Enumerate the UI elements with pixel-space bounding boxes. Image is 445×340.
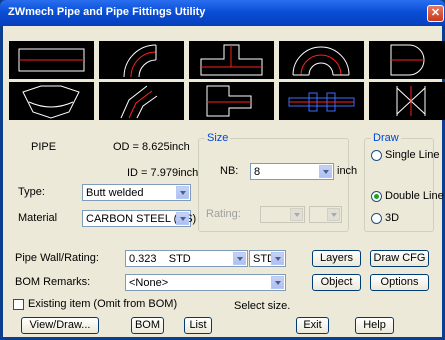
view-draw-button[interactable]: View/Draw... bbox=[21, 317, 99, 334]
cap-thumbnail[interactable] bbox=[369, 41, 445, 79]
bom-remarks-label: BOM Remarks: bbox=[15, 276, 91, 288]
type-select[interactable]: Butt welded bbox=[82, 184, 191, 201]
chevron-down-icon[interactable] bbox=[319, 165, 332, 178]
list-button[interactable]: List bbox=[184, 317, 212, 334]
chevron-down-icon[interactable] bbox=[176, 212, 189, 225]
bom-remarks-select[interactable]: <None> bbox=[125, 274, 286, 291]
chevron-down-icon[interactable] bbox=[233, 252, 246, 265]
dialog-window: ZWmech Pipe and Pipe Fittings Utility ✕ bbox=[0, 0, 445, 340]
3d-label: 3D bbox=[385, 212, 400, 224]
bom-remarks-value: <None> bbox=[129, 277, 169, 289]
material-select[interactable]: CARBON STEEL (CS) bbox=[82, 210, 196, 227]
exit-button[interactable]: Exit bbox=[296, 317, 329, 334]
pipe-wall-select[interactable]: 0.323 STD bbox=[125, 250, 248, 267]
object-button[interactable]: Object bbox=[312, 274, 361, 291]
bom-button[interactable]: BOM bbox=[131, 317, 164, 334]
chevron-down-icon bbox=[290, 208, 303, 221]
valve-thumbnail[interactable] bbox=[369, 82, 445, 120]
title-bar[interactable]: ZWmech Pipe and Pipe Fittings Utility ✕ bbox=[0, 0, 445, 26]
help-button[interactable]: Help bbox=[355, 317, 394, 334]
chevron-down-icon[interactable] bbox=[271, 276, 284, 289]
schedule-select[interactable]: STD bbox=[249, 250, 286, 267]
existing-item-checkbox[interactable] bbox=[13, 299, 24, 310]
nb-unit: inch bbox=[337, 165, 358, 177]
status-text: Select size. bbox=[234, 300, 291, 312]
nb-label: NB: bbox=[220, 165, 239, 177]
chevron-down-icon[interactable] bbox=[176, 186, 189, 199]
chevron-down-icon bbox=[327, 208, 340, 221]
draw-group: Draw Single Line Double Line 3D bbox=[364, 132, 444, 232]
pipe-wall-value: 0.323 STD bbox=[129, 253, 191, 265]
existing-item-label: Existing item (Omit from BOM) bbox=[28, 298, 178, 310]
nb-select[interactable]: 8 bbox=[250, 163, 334, 180]
type-value: Butt welded bbox=[86, 187, 144, 199]
reducer-thumbnail[interactable] bbox=[9, 82, 94, 120]
inner-diameter: ID = 7.979inch bbox=[127, 167, 199, 179]
close-icon[interactable]: ✕ bbox=[427, 5, 444, 22]
single-line-label: Single Line bbox=[385, 149, 440, 161]
nb-value: 8 bbox=[254, 166, 261, 178]
layers-button[interactable]: Layers bbox=[312, 250, 361, 267]
window-title: ZWmech Pipe and Pipe Fittings Utility bbox=[8, 6, 206, 18]
double-line-radio[interactable] bbox=[371, 191, 382, 202]
size-group: Size NB: 8 inch Rating: bbox=[198, 132, 357, 232]
draw-caption: Draw bbox=[371, 132, 401, 144]
single-line-radio[interactable] bbox=[371, 150, 382, 161]
3d-radio[interactable] bbox=[371, 213, 382, 224]
flange-thumbnail[interactable] bbox=[279, 82, 364, 120]
elbow-180-thumbnail[interactable] bbox=[279, 41, 364, 79]
tee-thumbnail[interactable] bbox=[189, 41, 274, 79]
rating-label: Rating: bbox=[206, 208, 241, 220]
rating-class-select[interactable] bbox=[309, 206, 342, 223]
double-line-label: Double Line bbox=[385, 190, 444, 202]
chevron-down-icon[interactable] bbox=[271, 252, 284, 265]
elbow-45-thumbnail[interactable] bbox=[99, 82, 184, 120]
pipe-wall-label: Pipe Wall/Rating: bbox=[15, 252, 99, 264]
rating-select[interactable] bbox=[260, 206, 305, 223]
pipe-straight-thumbnail[interactable] bbox=[9, 41, 94, 79]
draw-cfg-button[interactable]: Draw CFG bbox=[370, 250, 429, 267]
reducer-eccentric-thumbnail[interactable] bbox=[189, 82, 274, 120]
options-button[interactable]: Options bbox=[370, 274, 429, 291]
type-label: Type: bbox=[18, 186, 45, 198]
size-caption: Size bbox=[205, 132, 231, 144]
component-name: PIPE bbox=[31, 141, 57, 153]
dialog-body: PIPE OD = 8.625inch ID = 7.979inch Type:… bbox=[3, 26, 445, 337]
material-label: Material bbox=[18, 212, 58, 224]
outer-diameter: OD = 8.625inch bbox=[113, 141, 190, 153]
elbow-90-thumbnail[interactable] bbox=[99, 41, 184, 79]
